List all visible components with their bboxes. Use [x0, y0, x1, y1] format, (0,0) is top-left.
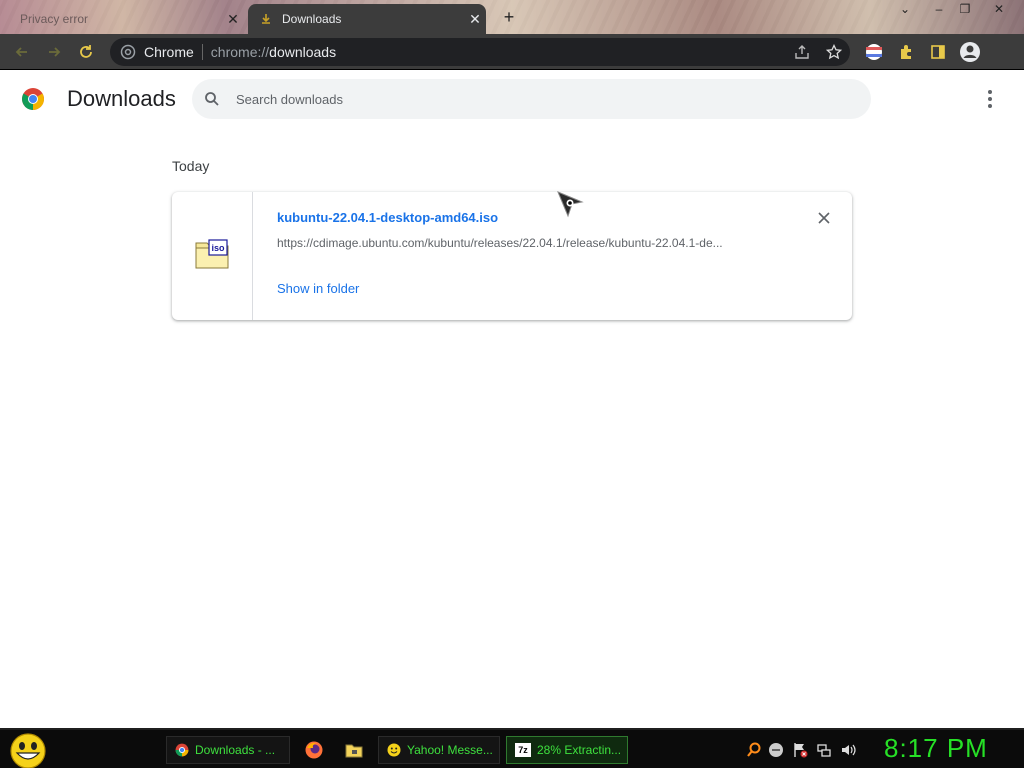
side-panel-icon [931, 45, 945, 59]
profile-button[interactable] [958, 40, 982, 64]
back-button[interactable] [10, 40, 34, 64]
close-window-button[interactable]: ✕ [986, 0, 1012, 18]
flag-circle-icon [866, 44, 882, 60]
taskbar-button-7zip[interactable]: 7z 28% Extractin... [506, 736, 628, 764]
more-actions-menu-icon[interactable] [978, 87, 1002, 111]
tab-title: Downloads [282, 12, 342, 26]
omnibox-divider [201, 44, 203, 60]
reload-icon [80, 45, 92, 58]
close-icon [818, 212, 830, 224]
address-bar[interactable]: Chrome chrome:// downloads [110, 38, 850, 66]
iso-file-icon: iso [195, 239, 229, 269]
messenger-tray-icon[interactable] [768, 742, 784, 758]
tab-downloads[interactable]: Downloads ✕ [248, 4, 486, 34]
show-in-folder-link[interactable]: Show in folder [277, 281, 359, 296]
search-icon [205, 92, 219, 106]
download-favicon-icon [260, 13, 272, 25]
tab-strip: Privacy error ✕ Downloads ✕ + ⌄ – ❐ ✕ [0, 0, 1024, 34]
page-title: Downloads [67, 86, 176, 111]
date-heading: Today [172, 158, 210, 174]
download-item-card: iso kubuntu-22.04.1-desktop-amd64.iso ht… [172, 192, 852, 320]
action-center-flag-icon[interactable] [792, 742, 808, 758]
chrome-site-icon [120, 44, 136, 60]
tab-search-dropdown-icon[interactable]: ⌄ [892, 0, 918, 18]
taskbar-clock[interactable]: 8:17 PM [884, 733, 988, 764]
puzzle-icon [901, 45, 911, 59]
forward-button[interactable] [42, 40, 66, 64]
chrome-logo-icon [22, 88, 44, 110]
iso-badge-text: iso [211, 243, 225, 253]
bookmark-button[interactable] [822, 40, 846, 64]
taskbar-button-label: Downloads - ... [195, 743, 276, 757]
remove-download-button[interactable] [814, 208, 834, 228]
volume-icon[interactable] [840, 742, 856, 758]
browser-toolbar: Chrome chrome:// downloads [0, 34, 1024, 70]
tab-close-icon[interactable]: ✕ [222, 11, 244, 28]
search-input[interactable] [236, 91, 836, 107]
network-icon[interactable] [816, 742, 832, 758]
minimize-button[interactable]: – [926, 0, 952, 18]
tab-close-icon[interactable]: ✕ [464, 11, 486, 28]
chrome-icon [175, 743, 189, 757]
share-button[interactable] [790, 40, 814, 64]
tab-privacy-error[interactable]: Privacy error ✕ [6, 4, 244, 34]
search-box[interactable] [192, 79, 871, 119]
profile-extension-button[interactable] [862, 40, 886, 64]
taskbar-button-yahoo-messenger[interactable]: Yahoo! Messe... [378, 736, 500, 764]
search-tray-icon[interactable] [746, 742, 762, 758]
folder-lock-icon[interactable] [344, 740, 364, 760]
download-source-url: https://cdimage.ubuntu.com/kubuntu/relea… [277, 236, 723, 250]
taskbar: Downloads - ... Yahoo! Messe... 7z 28% E… [0, 728, 1024, 768]
start-smiley-icon[interactable] [8, 733, 48, 768]
new-tab-button[interactable]: + [498, 6, 520, 28]
share-icon [795, 45, 809, 59]
restore-button[interactable]: ❐ [952, 0, 978, 18]
firefox-icon[interactable] [304, 740, 324, 760]
taskbar-button-label: 28% Extractin... [537, 743, 622, 757]
site-label: Chrome [144, 44, 194, 60]
star-icon [826, 44, 842, 60]
7zip-icon: 7z [515, 743, 531, 757]
downloads-header: Downloads [0, 70, 1024, 128]
smiley-icon [387, 743, 401, 757]
tab-title: Privacy error [20, 12, 89, 26]
arrow-left-icon [15, 47, 27, 57]
mouse-cursor-icon [557, 191, 584, 218]
side-panel-button[interactable] [926, 40, 950, 64]
download-icon-column: iso [172, 192, 253, 320]
url-host: downloads [269, 44, 337, 60]
taskbar-button-label: Yahoo! Messe... [407, 743, 493, 757]
arrow-right-icon [49, 47, 61, 57]
download-file-link[interactable]: kubuntu-22.04.1-desktop-amd64.iso [277, 210, 498, 225]
taskbar-button-chrome[interactable]: Downloads - ... [166, 736, 290, 764]
avatar-icon [960, 42, 980, 62]
extensions-button[interactable] [894, 40, 918, 64]
reload-button[interactable] [74, 40, 98, 64]
url-scheme: chrome:// [210, 44, 270, 60]
